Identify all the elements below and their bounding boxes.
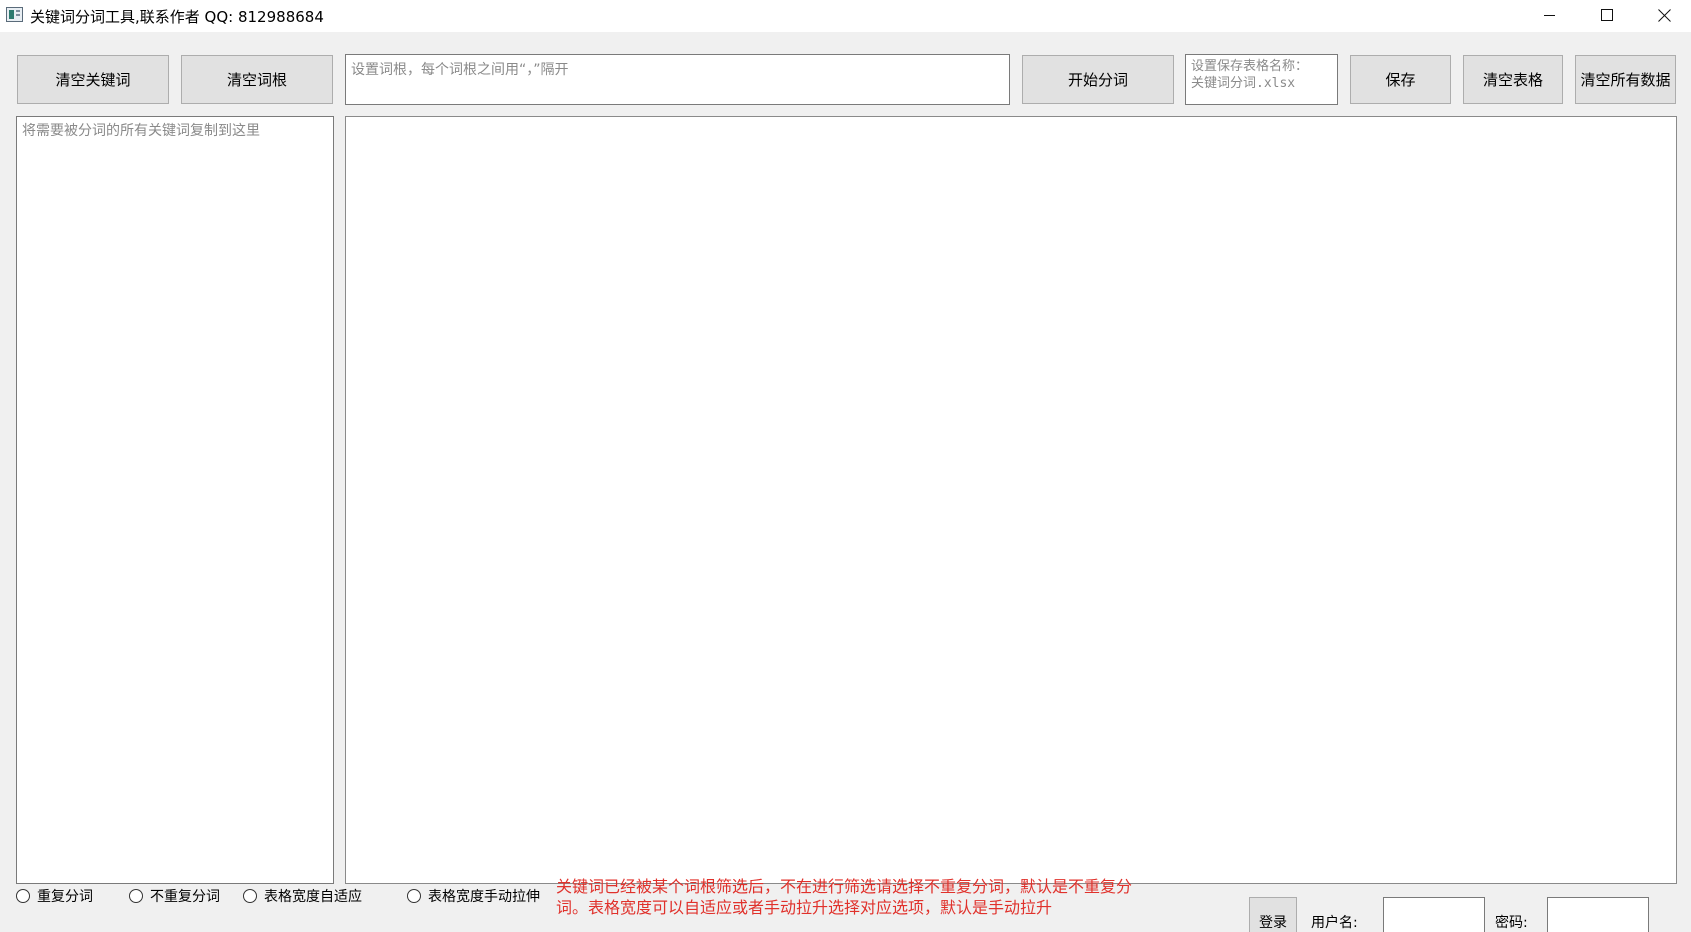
clear-keywords-button[interactable]: 清空关键词 [17, 55, 169, 104]
clear-table-button[interactable]: 清空表格 [1463, 55, 1563, 104]
table-manual-width-radio[interactable]: 表格宽度手动拉伸 [407, 886, 540, 906]
close-button[interactable] [1636, 0, 1691, 30]
repeat-segment-label: 重复分词 [37, 889, 93, 905]
clear-all-data-button[interactable]: 清空所有数据 [1575, 55, 1676, 104]
login-button[interactable]: 登录 [1249, 897, 1297, 932]
username-input[interactable] [1383, 897, 1485, 932]
title-bar: 关键词分词工具,联系作者 QQ: 812988684 [0, 0, 1691, 32]
username-label: 用户名: [1311, 915, 1358, 931]
maximize-icon [1601, 9, 1613, 21]
save-button[interactable]: 保存 [1350, 55, 1451, 104]
roots-input[interactable]: 设置词根，每个词根之间用“，”隔开 [345, 54, 1010, 105]
radio-circle-icon [16, 889, 30, 903]
clear-roots-button[interactable]: 清空词根 [181, 55, 333, 104]
results-table[interactable] [345, 116, 1677, 884]
minimize-button[interactable] [1520, 0, 1578, 30]
main-window: 关键词分词工具,联系作者 QQ: 812988684 清空关键词 清空词根 设置… [0, 0, 1691, 932]
start-segment-button[interactable]: 开始分词 [1022, 55, 1174, 104]
repeat-segment-radio[interactable]: 重复分词 [16, 886, 93, 906]
usage-notice-line2: 词。表格宽度可以自适应或者手动拉升选择对应选项，默认是手动拉升 [556, 898, 1053, 917]
maximize-button[interactable] [1578, 0, 1636, 30]
roots-input-placeholder: 设置词根，每个词根之间用“，”隔开 [351, 62, 569, 78]
filename-placeholder-line2: 关键词分词.xlsx [1191, 76, 1296, 91]
filename-placeholder-line1: 设置保存表格名称： [1191, 59, 1309, 74]
password-input[interactable] [1547, 897, 1649, 932]
usage-notice: 关键词已经被某个词根筛选后，不在进行筛选请选择不重复分词，默认是不重复分 词。表… [556, 876, 1216, 918]
password-label: 密码: [1495, 915, 1528, 931]
radio-circle-icon [129, 889, 143, 903]
table-auto-width-radio[interactable]: 表格宽度自适应 [243, 886, 362, 906]
keywords-textarea[interactable]: 将需要被分词的所有关键词复制到这里 [16, 116, 334, 884]
minimize-icon [1543, 14, 1555, 16]
keywords-placeholder: 将需要被分词的所有关键词复制到这里 [22, 123, 260, 139]
table-auto-width-label: 表格宽度自适应 [264, 889, 362, 905]
radio-circle-icon [243, 889, 257, 903]
usage-notice-line1: 关键词已经被某个词根筛选后，不在进行筛选请选择不重复分词，默认是不重复分 [556, 877, 1133, 896]
table-manual-width-label: 表格宽度手动拉伸 [428, 889, 540, 905]
window-title: 关键词分词工具,联系作者 QQ: 812988684 [30, 8, 324, 26]
app-icon [6, 7, 23, 22]
no-repeat-segment-label: 不重复分词 [150, 889, 220, 905]
radio-circle-icon [407, 889, 421, 903]
no-repeat-segment-radio[interactable]: 不重复分词 [129, 886, 220, 906]
close-icon [1658, 8, 1672, 22]
filename-input[interactable]: 设置保存表格名称： 关键词分词.xlsx [1185, 54, 1338, 105]
